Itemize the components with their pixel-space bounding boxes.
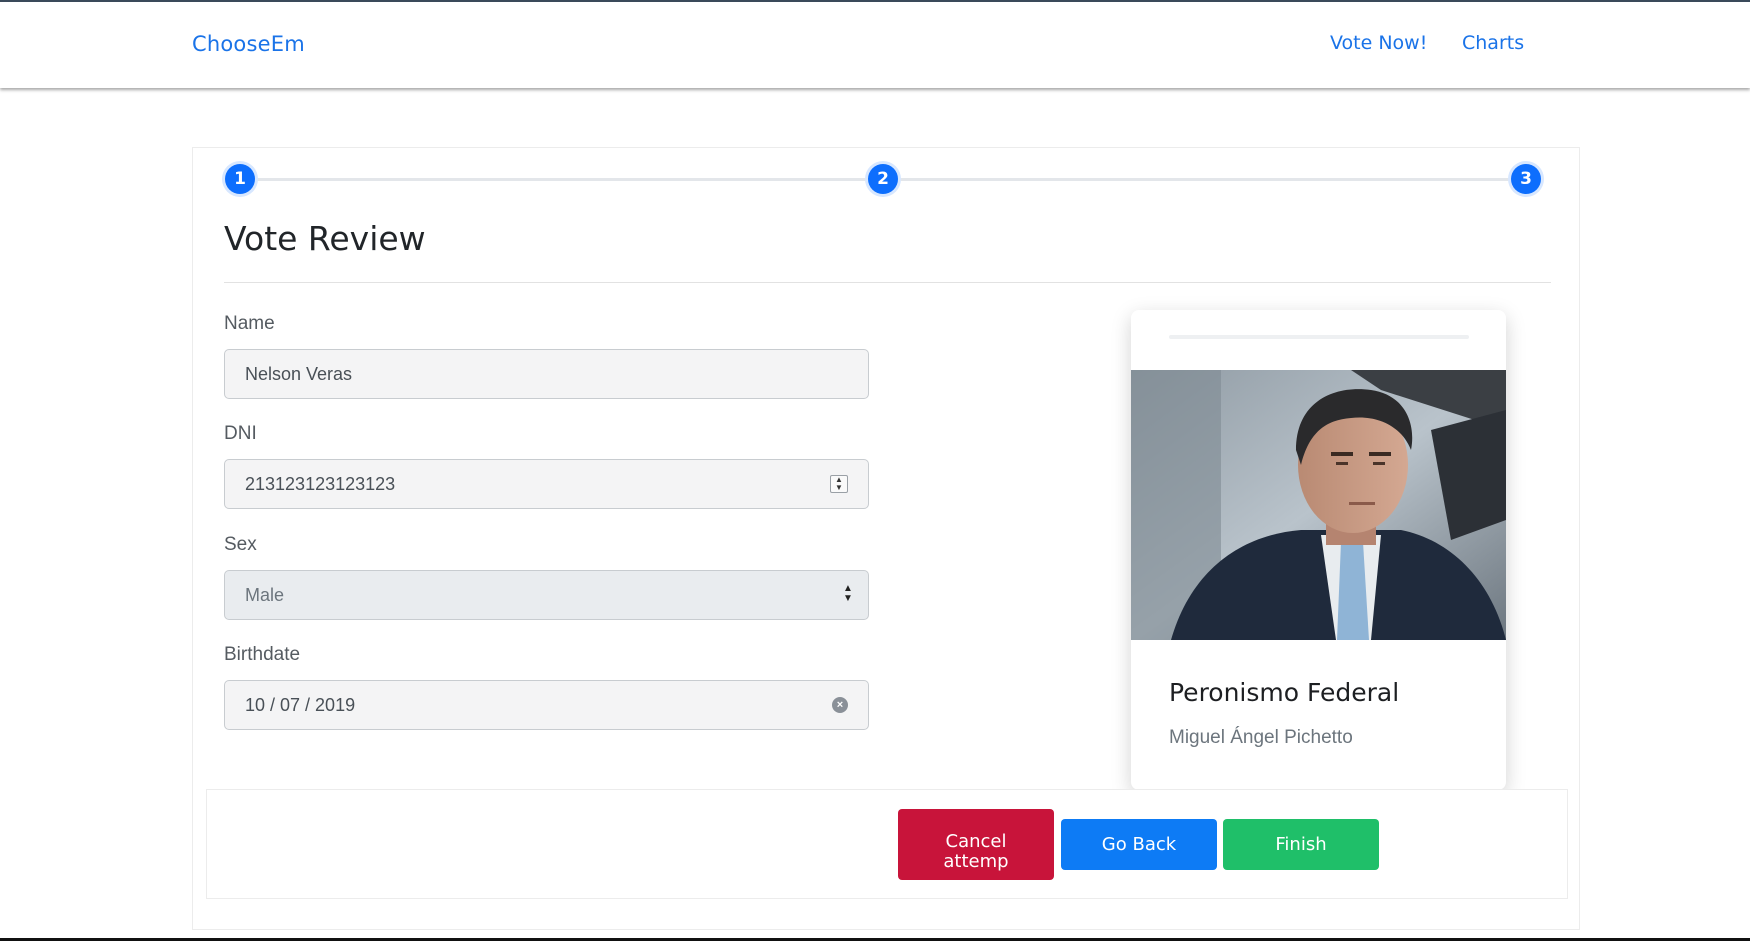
party-name: Peronismo Federal: [1169, 678, 1400, 707]
nav-vote-now[interactable]: Vote Now!: [1330, 32, 1427, 54]
name-input[interactable]: Nelson Veras: [224, 349, 869, 399]
dni-value: 213123123123123: [245, 474, 396, 494]
cancel-attempt-button[interactable]: Cancel attemp: [898, 809, 1054, 880]
name-value: Nelson Veras: [245, 364, 353, 384]
select-arrows-icon: ▲ ▼: [843, 583, 853, 604]
finish-button[interactable]: Finish: [1223, 819, 1379, 870]
name-label: Name: [224, 313, 275, 334]
name-group: Name Nelson Veras: [224, 313, 869, 399]
sex-group: Sex Male ▲ ▼: [224, 534, 869, 620]
top-navbar: ChooseEm Vote Now! Charts: [0, 0, 1750, 88]
birthdate-input[interactable]: 10 / 07 / 2019 ×: [224, 680, 869, 730]
birthdate-label: Birthdate: [224, 644, 301, 665]
cancel-label-line1: Cancel: [945, 830, 1007, 852]
card-top-bar: [1169, 335, 1469, 339]
title-divider: [224, 282, 1551, 283]
clear-date-icon[interactable]: ×: [832, 697, 848, 713]
go-back-button[interactable]: Go Back: [1061, 819, 1217, 870]
step-connector: [255, 178, 868, 181]
stepper: 1 2 3: [193, 148, 1579, 208]
nav-charts[interactable]: Charts: [1462, 32, 1524, 54]
birthdate-group: Birthdate 10 / 07 / 2019 ×: [224, 644, 869, 730]
step-connector: [898, 178, 1511, 181]
number-spinner-icon[interactable]: ▲ ▼: [830, 475, 848, 493]
party-card: Peronismo Federal Miguel Ángel Pichetto: [1131, 310, 1506, 790]
dni-group: DNI 213123123123123 ▲ ▼: [224, 423, 869, 509]
dni-label: DNI: [224, 423, 257, 444]
page-title: Vote Review: [224, 219, 426, 258]
spin-down-icon[interactable]: ▼: [831, 484, 847, 492]
candidate-photo: [1131, 370, 1506, 640]
candidate-name: Miguel Ángel Pichetto: [1169, 727, 1353, 748]
wizard-actions: Cancel attemp Go Back Finish: [206, 789, 1568, 899]
step-2-indicator[interactable]: 2: [868, 164, 898, 194]
sex-select[interactable]: Male ▲ ▼: [224, 570, 869, 620]
step-3-indicator[interactable]: 3: [1511, 164, 1541, 194]
sex-label: Sex: [224, 534, 257, 555]
dni-input[interactable]: 213123123123123 ▲ ▼: [224, 459, 869, 509]
cancel-label-line2: attemp: [943, 850, 1009, 872]
birthdate-value: 10 / 07 / 2019: [245, 695, 356, 715]
brand-link[interactable]: ChooseEm: [192, 32, 305, 56]
sex-value: Male: [245, 585, 285, 605]
step-1-indicator[interactable]: 1: [225, 164, 255, 194]
vote-wizard-card: 1 2 3 Vote Review Name Nelson Veras DNI …: [192, 147, 1580, 930]
